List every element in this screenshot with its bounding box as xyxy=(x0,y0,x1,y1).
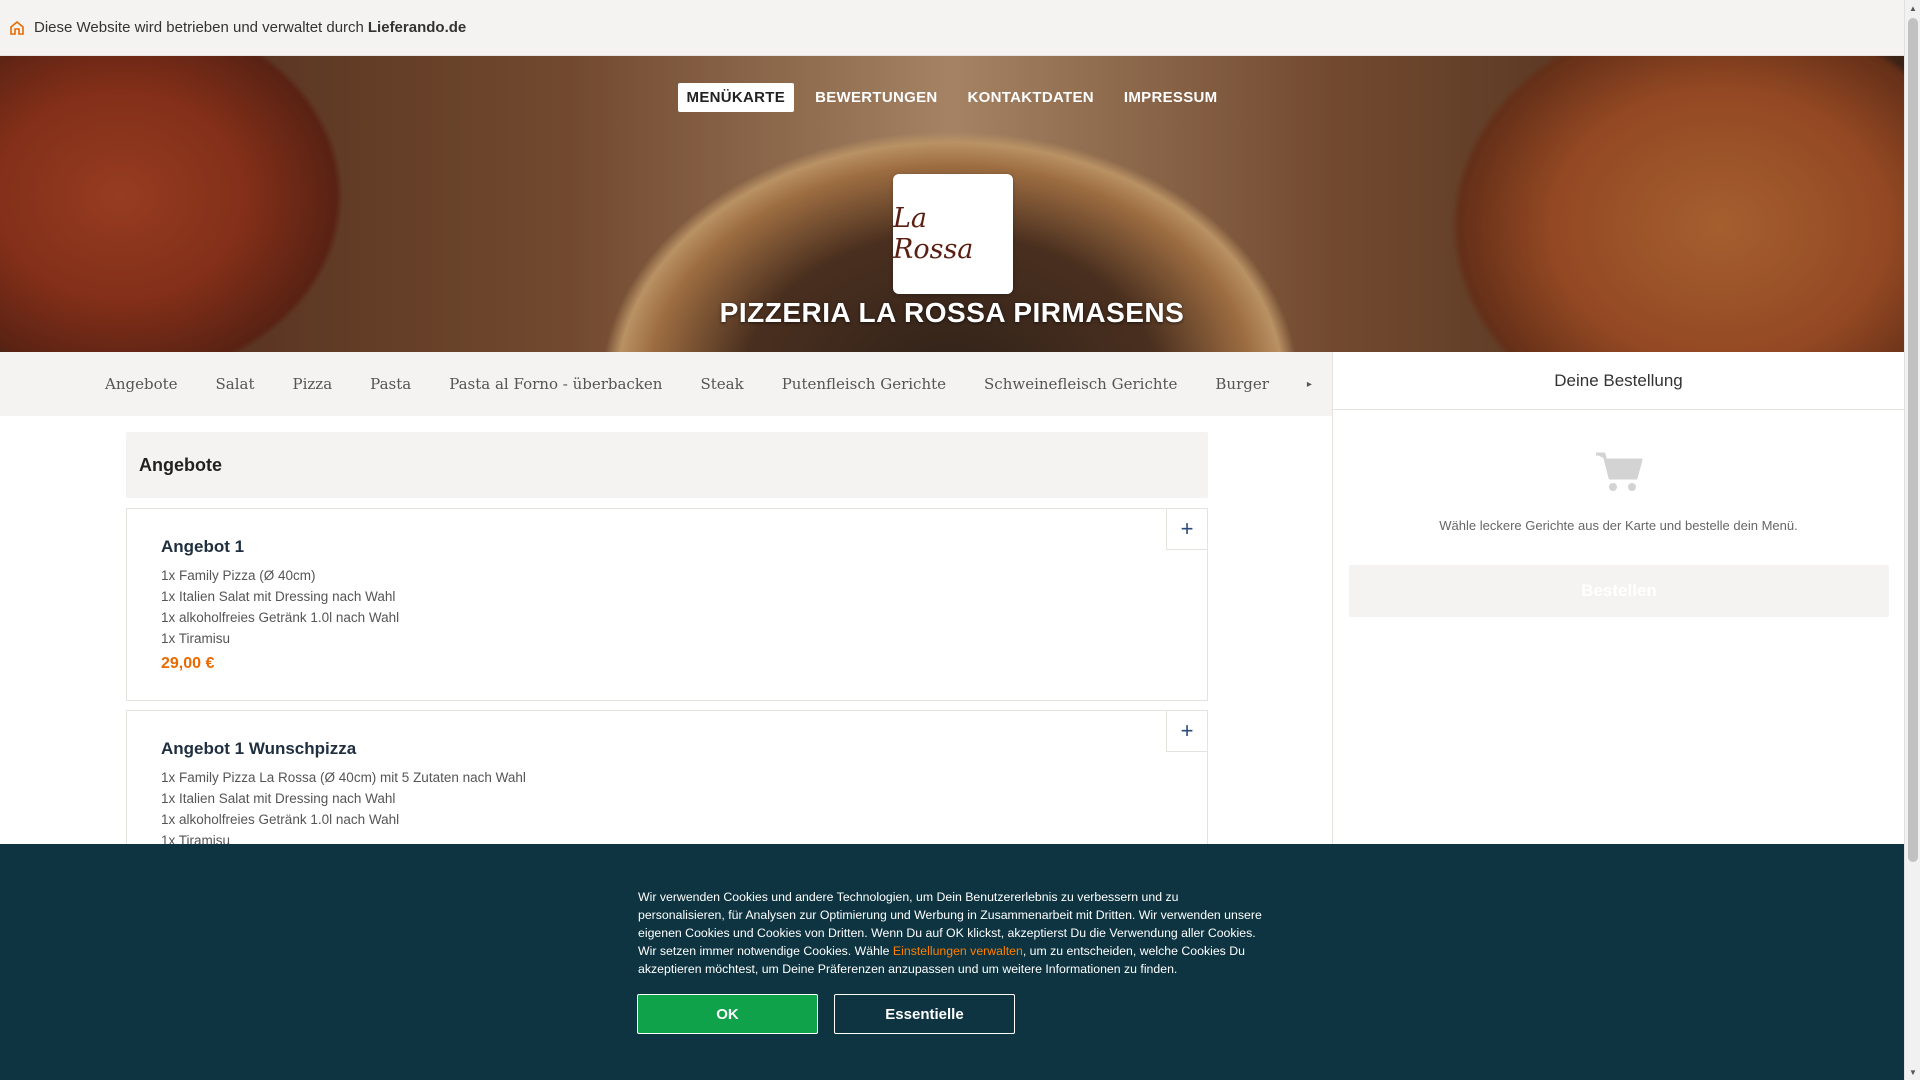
category-putenfleisch[interactable]: Putenfleisch Gerichte xyxy=(782,375,946,393)
shopping-cart-icon xyxy=(1594,450,1644,494)
cookie-essential-button[interactable]: Essentielle xyxy=(834,994,1015,1034)
nav-kontaktdaten[interactable]: KONTAKTDATEN xyxy=(959,83,1103,112)
order-button[interactable]: Bestellen xyxy=(1349,565,1889,617)
meal-name: Angebot 1 Wunschpizza xyxy=(161,739,357,758)
nav-impressum[interactable]: IMPRESSUM xyxy=(1115,83,1227,112)
meal-description-line: 1x alkoholfreies Getränk 1.0l nach Wahl xyxy=(161,610,400,625)
operator-bar: Diese Website wird betrieben und verwalt… xyxy=(0,0,1904,56)
category-pizza[interactable]: Pizza xyxy=(293,375,333,393)
category-pasta-al-forno[interactable]: Pasta al Forno - überbacken xyxy=(449,375,662,393)
home-icon xyxy=(9,20,25,36)
nav-bewertungen[interactable]: BEWERTUNGEN xyxy=(806,83,946,112)
scrollbar-thumb[interactable] xyxy=(1908,18,1918,862)
meal-description-line: 1x Family Pizza La Rossa (Ø 40cm) mit 5 … xyxy=(161,770,526,785)
meal-description-line: 1x Italien Salat mit Dressing nach Wahl xyxy=(161,589,396,604)
restaurant-name: PIZZERIA LA ROSSA PIRMASENS xyxy=(719,297,1185,328)
nav-menukarte[interactable]: MENÜKARTE xyxy=(677,83,795,112)
meal-description-line: 1x alkoholfreies Getränk 1.0l nach Wahl xyxy=(161,812,400,827)
category-bar: Angebote Salat Pizza Pasta Pasta al Forn… xyxy=(0,352,1333,416)
scroll-up-icon[interactable]: ▲ xyxy=(1905,0,1920,16)
restaurant-logo: La Rossa xyxy=(893,174,1013,294)
section-title: Angebote xyxy=(126,432,1208,498)
cookie-ok-button[interactable]: OK xyxy=(637,994,818,1034)
category-angebote[interactable]: Angebote xyxy=(105,375,178,393)
category-steak[interactable]: Steak xyxy=(700,375,743,393)
basket-empty-text: Wähle leckere Gerichte aus der Karte und… xyxy=(1439,518,1798,533)
logo-text: La Rossa xyxy=(893,203,974,265)
category-salat[interactable]: Salat xyxy=(216,375,255,393)
operator-text: Diese Website wird betrieben und verwalt… xyxy=(34,19,364,36)
main-nav: MENÜKARTE BEWERTUNGEN KONTAKTDATEN IMPRE… xyxy=(0,83,1904,112)
add-to-basket-button[interactable]: + xyxy=(1166,711,1207,752)
add-to-basket-button[interactable]: + xyxy=(1166,509,1207,550)
meal-price: 29,00 € xyxy=(161,655,215,672)
hero-banner: MENÜKARTE BEWERTUNGEN KONTAKTDATEN IMPRE… xyxy=(0,56,1904,352)
meal-description-line: 1x Italien Salat mit Dressing nach Wahl xyxy=(161,791,396,806)
meal-description-line: 1x Family Pizza (Ø 40cm) xyxy=(161,568,316,583)
scroll-down-icon[interactable]: ▼ xyxy=(1905,1064,1920,1080)
chevron-more-icon[interactable]: ▸ xyxy=(1307,379,1312,390)
basket-title: Deine Bestellung xyxy=(1333,352,1904,410)
cookie-settings-link[interactable]: Einstellungen verwalten xyxy=(893,944,1023,958)
category-burger[interactable]: Burger xyxy=(1215,375,1269,393)
page-scrollbar[interactable]: ▲ ▼ xyxy=(1904,0,1920,1080)
category-pasta[interactable]: Pasta xyxy=(370,375,411,393)
meal-description-line: 1x Tiramisu xyxy=(161,631,231,646)
cookie-text: Wir verwenden Cookies und andere Technol… xyxy=(638,888,1266,978)
cookie-banner: Wir verwenden Cookies und andere Technol… xyxy=(0,844,1904,1080)
category-schweinefleisch[interactable]: Schweinefleisch Gerichte xyxy=(984,375,1177,393)
meal-card[interactable]: Angebot 1 1x Family Pizza (Ø 40cm) 1x It… xyxy=(126,508,1208,701)
meal-name: Angebot 1 xyxy=(161,537,245,556)
operator-brand: Lieferando.de xyxy=(367,19,467,36)
